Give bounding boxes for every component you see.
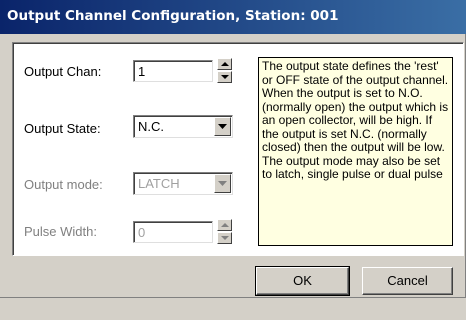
chevron-down-icon[interactable] [214, 174, 231, 193]
spin-down-arrow-icon[interactable] [217, 71, 232, 83]
chevron-down-icon[interactable] [214, 117, 231, 136]
cancel-button[interactable]: Cancel [362, 267, 453, 295]
pulse-width-value: 0 [138, 225, 146, 240]
pulse-width-label: Pulse Width: [24, 224, 97, 239]
help-text-box: The output state defines the 'rest' or O… [258, 57, 453, 246]
output-chan-label: Output Chan: [24, 64, 102, 79]
pulse-width-spinner [217, 219, 232, 245]
output-chan-spinner [217, 58, 232, 84]
output-state-value: N.C. [138, 119, 164, 134]
window-title: Output Channel Configuration, Station: 0… [7, 8, 339, 24]
output-mode-label: Output mode: [24, 177, 103, 192]
config-panel: Output Chan: 1 Output State: N.C. Output… [12, 42, 464, 256]
output-mode-value: LATCH [138, 176, 180, 191]
ok-button[interactable]: OK [255, 266, 350, 296]
status-bar [0, 297, 466, 320]
output-state-select[interactable]: N.C. [133, 115, 233, 138]
pulse-width-input[interactable]: 0 [133, 221, 213, 243]
output-chan-input[interactable]: 1 [133, 60, 213, 82]
title-bar[interactable]: Output Channel Configuration, Station: 0… [0, 0, 466, 34]
output-chan-value: 1 [138, 64, 146, 79]
dialog-window: Output Channel Configuration, Station: 0… [0, 0, 466, 320]
output-mode-select[interactable]: LATCH [133, 172, 233, 195]
spin-down-arrow-icon[interactable] [217, 232, 232, 244]
spin-up-arrow-icon[interactable] [217, 58, 232, 70]
spin-up-arrow-icon[interactable] [217, 219, 232, 231]
output-state-label: Output State: [24, 121, 101, 136]
